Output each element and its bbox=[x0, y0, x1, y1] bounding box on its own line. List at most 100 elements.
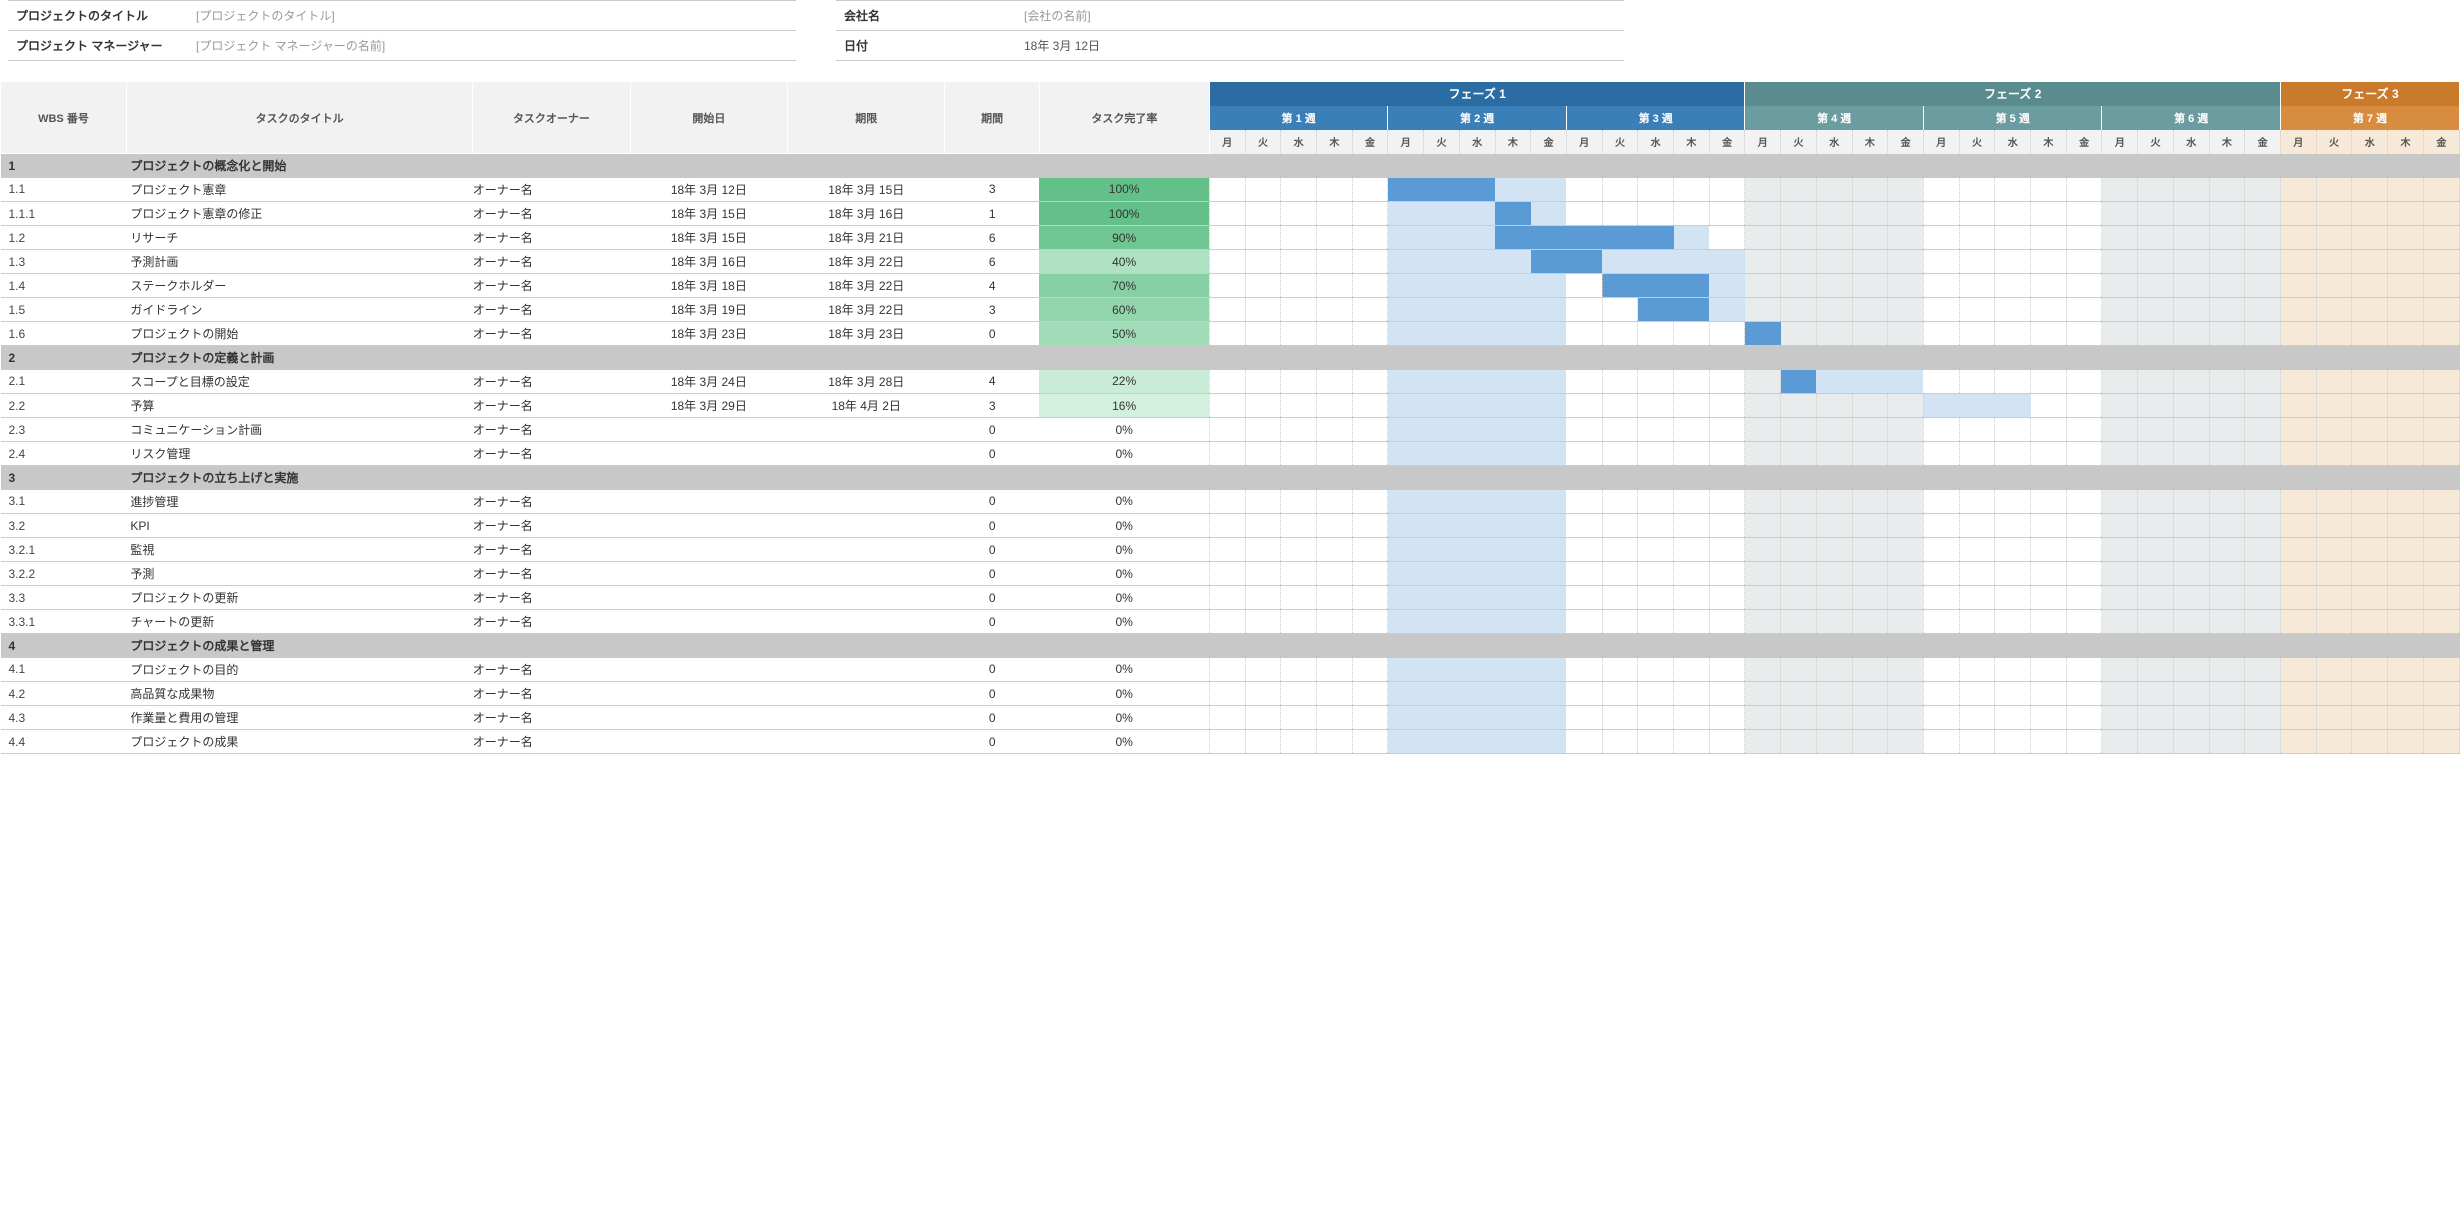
gantt-cell[interactable] bbox=[1602, 370, 1638, 394]
gantt-cell[interactable] bbox=[2209, 322, 2245, 346]
gantt-cell[interactable] bbox=[1852, 538, 1888, 562]
gantt-cell[interactable] bbox=[1531, 442, 1567, 466]
gantt-cell[interactable] bbox=[1317, 394, 1353, 418]
gantt-cell[interactable] bbox=[2245, 586, 2281, 610]
gantt-cell[interactable] bbox=[1495, 658, 1531, 682]
gantt-cell[interactable] bbox=[2388, 250, 2424, 274]
gantt-cell[interactable] bbox=[2245, 226, 2281, 250]
gantt-cell[interactable] bbox=[1888, 514, 1924, 538]
gantt-cell[interactable] bbox=[1674, 274, 1710, 298]
gantt-cell[interactable] bbox=[1816, 178, 1852, 202]
gantt-cell[interactable] bbox=[1388, 298, 1424, 322]
gantt-cell[interactable] bbox=[2031, 538, 2067, 562]
gantt-cell[interactable] bbox=[1531, 562, 1567, 586]
cell-due[interactable]: 18年 4月 2日 bbox=[788, 394, 945, 418]
gantt-cell[interactable] bbox=[1888, 610, 1924, 634]
gantt-cell[interactable] bbox=[1816, 322, 1852, 346]
cell-duration[interactable]: 0 bbox=[945, 490, 1039, 514]
gantt-cell[interactable] bbox=[2102, 322, 2138, 346]
gantt-cell[interactable] bbox=[1424, 394, 1460, 418]
cell-title[interactable]: プロジェクトの更新 bbox=[126, 586, 472, 610]
gantt-cell[interactable] bbox=[2388, 274, 2424, 298]
gantt-cell[interactable] bbox=[1638, 418, 1674, 442]
gantt-cell[interactable] bbox=[1995, 586, 2031, 610]
gantt-cell[interactable] bbox=[1424, 562, 1460, 586]
gantt-cell[interactable] bbox=[1709, 394, 1745, 418]
gantt-cell[interactable] bbox=[1209, 370, 1245, 394]
gantt-cell[interactable] bbox=[1209, 322, 1245, 346]
gantt-cell[interactable] bbox=[2066, 418, 2102, 442]
gantt-cell[interactable] bbox=[1495, 322, 1531, 346]
cell-owner[interactable]: オーナー名 bbox=[473, 178, 630, 202]
gantt-cell[interactable] bbox=[1281, 370, 1317, 394]
gantt-cell[interactable] bbox=[2209, 442, 2245, 466]
cell-pct[interactable]: 0% bbox=[1039, 706, 1209, 730]
gantt-cell[interactable] bbox=[2280, 178, 2316, 202]
gantt-cell[interactable] bbox=[1424, 730, 1460, 754]
gantt-cell[interactable] bbox=[1959, 658, 1995, 682]
cell-title[interactable]: 予測 bbox=[126, 562, 472, 586]
gantt-cell[interactable] bbox=[1745, 442, 1781, 466]
gantt-cell[interactable] bbox=[1923, 730, 1959, 754]
cell-wbs[interactable]: 3.3 bbox=[1, 586, 127, 610]
gantt-cell[interactable] bbox=[2352, 274, 2388, 298]
gantt-cell[interactable] bbox=[1495, 274, 1531, 298]
gantt-cell[interactable] bbox=[1209, 514, 1245, 538]
gantt-cell[interactable] bbox=[1995, 394, 2031, 418]
gantt-cell[interactable] bbox=[1566, 658, 1602, 682]
gantt-cell[interactable] bbox=[2423, 442, 2459, 466]
gantt-cell[interactable] bbox=[1281, 442, 1317, 466]
gantt-cell[interactable] bbox=[1638, 202, 1674, 226]
gantt-cell[interactable] bbox=[1459, 274, 1495, 298]
cell-title[interactable]: 進捗管理 bbox=[126, 490, 472, 514]
cell-duration[interactable]: 4 bbox=[945, 370, 1039, 394]
gantt-cell[interactable] bbox=[1566, 298, 1602, 322]
gantt-cell[interactable] bbox=[2173, 250, 2209, 274]
gantt-cell[interactable] bbox=[1781, 394, 1817, 418]
gantt-cell[interactable] bbox=[1424, 418, 1460, 442]
cell-pct[interactable]: 0% bbox=[1039, 730, 1209, 754]
gantt-cell[interactable] bbox=[1317, 538, 1353, 562]
gantt-cell[interactable] bbox=[1495, 370, 1531, 394]
gantt-cell[interactable] bbox=[1781, 226, 1817, 250]
gantt-cell[interactable] bbox=[1317, 586, 1353, 610]
gantt-cell[interactable] bbox=[1281, 202, 1317, 226]
gantt-cell[interactable] bbox=[1352, 538, 1388, 562]
cell-duration[interactable]: 0 bbox=[945, 514, 1039, 538]
gantt-cell[interactable] bbox=[1781, 490, 1817, 514]
gantt-cell[interactable] bbox=[2173, 586, 2209, 610]
cell-duration[interactable]: 3 bbox=[945, 394, 1039, 418]
gantt-cell[interactable] bbox=[1424, 322, 1460, 346]
gantt-cell[interactable] bbox=[2066, 394, 2102, 418]
gantt-cell[interactable] bbox=[2280, 418, 2316, 442]
cell-owner[interactable]: オーナー名 bbox=[473, 298, 630, 322]
gantt-cell[interactable] bbox=[1638, 322, 1674, 346]
gantt-cell[interactable] bbox=[1209, 586, 1245, 610]
gantt-cell[interactable] bbox=[1209, 610, 1245, 634]
gantt-cell[interactable] bbox=[1602, 442, 1638, 466]
gantt-cell[interactable] bbox=[1209, 682, 1245, 706]
cell-due[interactable] bbox=[788, 490, 945, 514]
gantt-cell[interactable] bbox=[1852, 274, 1888, 298]
gantt-cell[interactable] bbox=[1709, 706, 1745, 730]
gantt-cell[interactable] bbox=[1781, 442, 1817, 466]
gantt-cell[interactable] bbox=[1709, 562, 1745, 586]
cell-owner[interactable]: オーナー名 bbox=[473, 394, 630, 418]
gantt-cell[interactable] bbox=[1566, 226, 1602, 250]
gantt-cell[interactable] bbox=[1816, 298, 1852, 322]
gantt-cell[interactable] bbox=[2066, 514, 2102, 538]
gantt-cell[interactable] bbox=[2066, 250, 2102, 274]
gantt-cell[interactable] bbox=[2352, 178, 2388, 202]
gantt-cell[interactable] bbox=[1781, 514, 1817, 538]
gantt-cell[interactable] bbox=[2280, 226, 2316, 250]
gantt-cell[interactable] bbox=[1852, 394, 1888, 418]
gantt-cell[interactable] bbox=[1816, 418, 1852, 442]
gantt-cell[interactable] bbox=[1923, 658, 1959, 682]
gantt-cell[interactable] bbox=[2066, 370, 2102, 394]
gantt-cell[interactable] bbox=[2423, 418, 2459, 442]
gantt-cell[interactable] bbox=[1852, 610, 1888, 634]
gantt-cell[interactable] bbox=[1388, 538, 1424, 562]
gantt-cell[interactable] bbox=[1531, 658, 1567, 682]
cell-pct[interactable]: 0% bbox=[1039, 562, 1209, 586]
gantt-cell[interactable] bbox=[1888, 538, 1924, 562]
